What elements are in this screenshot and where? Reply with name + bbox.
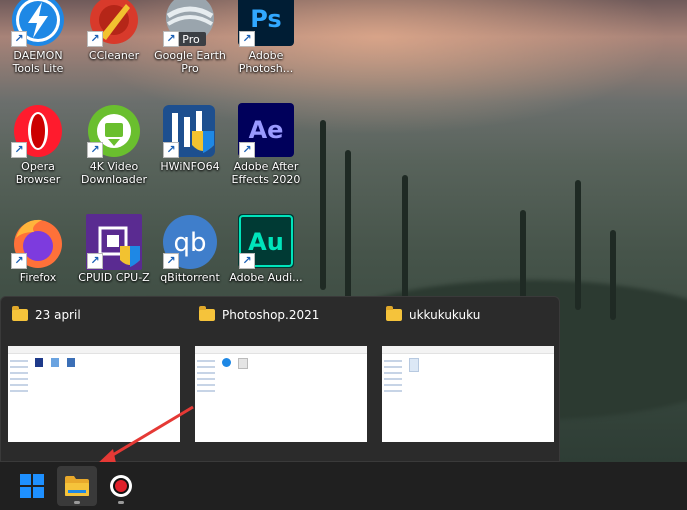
folder-icon: [12, 306, 28, 321]
window-preview: [195, 346, 367, 442]
record-icon: [110, 475, 132, 497]
desktop-icon-daemon-tools[interactable]: ↗ DAEMON Tools Lite: [1, 0, 75, 75]
desktop-icon-label: Adobe Audi...: [229, 271, 303, 284]
desktop-icon-label: CCleaner: [88, 49, 140, 62]
shortcut-arrow-icon: ↗: [163, 253, 179, 269]
desktop-icon-google-earth[interactable]: Pro ↗ Google Earth Pro: [153, 0, 227, 75]
shortcut-arrow-icon: ↗: [163, 142, 179, 158]
pro-badge: Pro: [182, 33, 200, 46]
desktop-icon-ccleaner[interactable]: ↗ CCleaner: [77, 0, 151, 62]
desktop-icon-photoshop[interactable]: Ps ↗ Adobe Photosh...: [229, 0, 303, 75]
desktop-icon-label: HWiNFO64: [160, 160, 220, 173]
desktop-icon-opera[interactable]: ↗ Opera Browser: [1, 103, 75, 186]
desktop-icon-cpuz[interactable]: ↗ CPUID CPU-Z: [77, 214, 151, 284]
window-thumbnail-photoshop-2021[interactable]: Photoshop.2021: [193, 303, 371, 453]
start-button[interactable]: [12, 466, 52, 506]
desktop-icon-after-effects[interactable]: Ae ↗ Adobe After Effects 2020: [229, 103, 303, 186]
folder-icon: [65, 476, 89, 496]
desktop-icon-label: Firefox: [19, 271, 57, 284]
shortcut-arrow-icon: ↗: [239, 31, 255, 47]
window-thumbnail-ukkukukuku[interactable]: ukkukukuku: [380, 303, 558, 453]
running-indicator: [118, 501, 124, 504]
shortcut-arrow-icon: ↗: [163, 31, 179, 47]
desktop-icon-label: Opera Browser: [15, 160, 61, 186]
desktop-icon-qbittorrent[interactable]: qb ↗ qBittorrent: [153, 214, 227, 284]
desktop-icons: ↗ DAEMON Tools Lite ↗ CCleaner Pro ↗ Goo…: [0, 0, 687, 300]
desktop-icon-firefox[interactable]: ↗ Firefox: [1, 214, 75, 284]
folder-icon: [199, 306, 215, 321]
running-indicator: [74, 501, 80, 504]
desktop-icon-audition[interactable]: Au ↗ Adobe Audi...: [229, 214, 303, 284]
desktop-icon-label: qBittorrent: [160, 271, 220, 284]
desktop-icon-label: Google Earth Pro: [154, 49, 226, 75]
desktop-icon-hwinfo[interactable]: ↗ HWiNFO64: [153, 103, 227, 173]
ae-glyph: Ae: [249, 116, 284, 144]
shortcut-arrow-icon: ↗: [11, 31, 27, 47]
window-thumbnail-23-april[interactable]: 23 april: [6, 303, 184, 453]
shortcut-arrow-icon: ↗: [239, 253, 255, 269]
shortcut-arrow-icon: ↗: [239, 142, 255, 158]
taskbar: [0, 462, 687, 510]
folder-icon: [386, 306, 402, 321]
desktop-icon-label: Adobe Photosh...: [238, 49, 294, 75]
file-explorer-button[interactable]: [57, 466, 97, 506]
au-glyph: Au: [248, 228, 284, 256]
shortcut-arrow-icon: ↗: [87, 142, 103, 158]
window-preview: [382, 346, 554, 442]
windows-logo-icon: [20, 474, 44, 498]
taskbar-thumbnail-panel: 23 april Photoshop.2021 ukkukukuku: [0, 296, 560, 462]
window-title: 23 april: [35, 308, 81, 322]
window-title: Photoshop.2021: [222, 308, 320, 322]
desktop-icon-4k-video[interactable]: ↗ 4K Video Downloader: [77, 103, 151, 186]
shortcut-arrow-icon: ↗: [87, 31, 103, 47]
shortcut-arrow-icon: ↗: [11, 142, 27, 158]
desktop-icon-label: 4K Video Downloader: [81, 160, 147, 186]
desktop-icon-label: CPUID CPU-Z: [78, 271, 150, 284]
recorder-button[interactable]: [101, 466, 141, 506]
desktop-icon-label: Adobe After Effects 2020: [231, 160, 301, 186]
window-preview: [8, 346, 180, 442]
shortcut-arrow-icon: ↗: [87, 253, 103, 269]
ps-glyph: Ps: [250, 5, 281, 33]
shortcut-arrow-icon: ↗: [11, 253, 27, 269]
desktop-icon-label: DAEMON Tools Lite: [12, 49, 64, 75]
window-title: ukkukukuku: [409, 308, 481, 322]
